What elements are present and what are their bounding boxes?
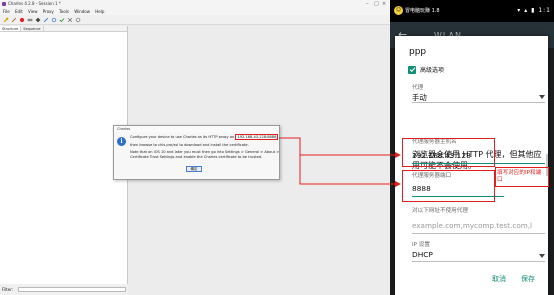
ok-button[interactable]: 确定 bbox=[186, 166, 202, 172]
menu-help[interactable]: Help bbox=[95, 9, 104, 14]
filter-bar: Filter: bbox=[0, 284, 128, 295]
charles-toolbar bbox=[0, 15, 390, 25]
tab-structure[interactable]: Structure bbox=[0, 26, 22, 31]
dialog-title: Charles bbox=[114, 126, 279, 132]
menu-proxy[interactable]: Proxy bbox=[43, 9, 54, 14]
dialog-line-2: then browse to chls.pro/ssl to download … bbox=[130, 142, 249, 147]
status-app-icon: ☺ bbox=[394, 6, 403, 15]
menu-tools[interactable]: Tools bbox=[59, 9, 69, 14]
charles-app-icon bbox=[2, 2, 6, 6]
dropdown-arrow-icon[interactable] bbox=[539, 95, 545, 99]
port-highlight-box bbox=[402, 170, 495, 202]
proxy-label: 代理 bbox=[412, 85, 424, 91]
refresh-icon[interactable] bbox=[51, 17, 57, 23]
info-icon: i bbox=[117, 137, 126, 146]
gear-icon[interactable] bbox=[75, 17, 81, 23]
bypass-label: 对以下网址不使用代理 bbox=[412, 208, 468, 214]
charles-window-title: Charles 4.2.8 - Session 1 * bbox=[8, 1, 61, 6]
ssl-proxy-dialog: Charles i Configure your device to use C… bbox=[113, 125, 280, 180]
tools-icon[interactable] bbox=[67, 17, 73, 23]
advanced-options-label: 高级选项 bbox=[420, 67, 445, 74]
ip-settings-label: IP 设置 bbox=[412, 242, 430, 248]
record-icon[interactable] bbox=[19, 17, 25, 23]
status-right-icons: ▾ ▴ ▮ 1:1 bbox=[517, 7, 551, 14]
wrench-icon[interactable] bbox=[3, 17, 9, 23]
menu-window[interactable]: Window bbox=[74, 9, 90, 14]
host-highlight-box bbox=[402, 138, 495, 167]
annotation-text: 填写对应的IP和端口 bbox=[497, 170, 542, 183]
filter-input[interactable] bbox=[18, 287, 126, 292]
check-icon[interactable] bbox=[59, 17, 65, 23]
broom-icon[interactable] bbox=[11, 17, 17, 23]
tab-sequence[interactable]: Sequence bbox=[21, 26, 44, 31]
bypass-input-underline bbox=[412, 233, 545, 234]
menu-file[interactable]: File bbox=[3, 9, 10, 14]
dialog-line-1: Configure your device to use Charles as … bbox=[130, 135, 236, 139]
pen-icon[interactable] bbox=[43, 17, 49, 23]
proxy-select-underline bbox=[412, 102, 545, 103]
dialog-message: Configure your device to use Charles as … bbox=[130, 134, 279, 162]
structure-panel: Structure Sequence bbox=[0, 26, 128, 284]
minimize-icon[interactable]: – bbox=[366, 0, 369, 8]
dropdown-arrow-icon[interactable] bbox=[539, 254, 545, 258]
filter-label: Filter: bbox=[2, 287, 14, 292]
phone-screen: ☺ 冒电脑玩赚 1.8 ▾ ▴ ▮ 1:1 ← WLAN ppp 高级选项 代理… bbox=[390, 0, 554, 295]
bypass-input[interactable]: example.com,mycomp.test.com,l bbox=[412, 221, 532, 230]
dialog-line-4: Certificate Trust Settings and enable th… bbox=[130, 154, 263, 159]
status-left-text: 冒电脑玩赚 1.8 bbox=[405, 8, 440, 14]
charles-titlebar: Charles 4.2.8 - Session 1 * – □ × bbox=[0, 0, 390, 8]
breakpoint-icon[interactable] bbox=[35, 17, 41, 23]
cancel-button[interactable]: 取消 bbox=[492, 274, 506, 284]
maximize-icon[interactable]: □ bbox=[374, 0, 379, 8]
menu-view[interactable]: View bbox=[28, 9, 38, 14]
ip-settings-select[interactable]: DHCP bbox=[412, 250, 433, 259]
screenshot-root: Charles 4.2.8 - Session 1 * – □ × File E… bbox=[0, 0, 554, 295]
close-icon[interactable]: × bbox=[382, 0, 386, 8]
charles-window: Charles 4.2.8 - Session 1 * – □ × File E… bbox=[0, 0, 390, 295]
proxy-address-highlight: 192.168.43.128:8888 bbox=[235, 134, 279, 140]
save-button[interactable]: 保存 bbox=[521, 274, 535, 284]
advanced-options[interactable]: 高级选项 bbox=[408, 65, 444, 74]
view-tabs: Structure Sequence bbox=[0, 26, 127, 32]
checkbox-icon[interactable] bbox=[408, 65, 416, 74]
charles-menubar: File Edit View Proxy Tools Window Help bbox=[0, 8, 390, 15]
ip-select-underline bbox=[412, 261, 545, 262]
throttle-icon[interactable] bbox=[27, 17, 33, 23]
ssid-title: ppp bbox=[409, 47, 427, 57]
status-bar: ☺ 冒电脑玩赚 1.8 ▾ ▴ ▮ 1:1 bbox=[390, 0, 554, 22]
menu-edit[interactable]: Edit bbox=[15, 9, 23, 14]
